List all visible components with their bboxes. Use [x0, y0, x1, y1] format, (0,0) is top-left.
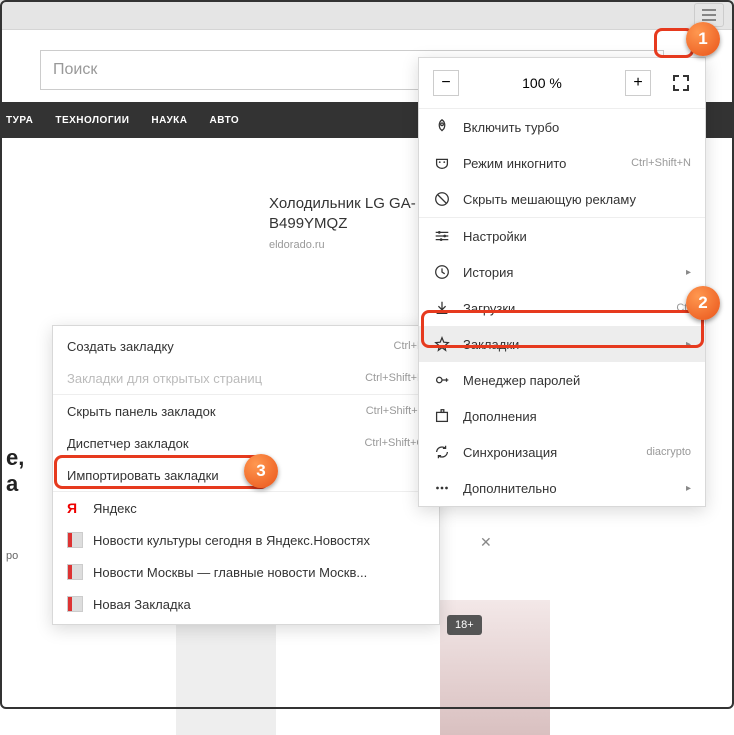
menu-item-label: Менеджер паролей [463, 373, 691, 388]
star-icon [433, 335, 451, 353]
shortcut: Ctrl+Shift+O [364, 437, 425, 449]
callout-2: 2 [686, 286, 720, 320]
shortcut: Ctrl+Shift+D [365, 372, 425, 384]
text-fragment: е, а [6, 445, 24, 497]
card-domain: eldorado.ru [269, 239, 421, 251]
menu-item-key[interactable]: Менеджер паролей [419, 362, 705, 398]
browser-main-menu: − 100 % + Включить турбо Режим инкогнито… [418, 57, 706, 507]
card-title-line2: B499YMQZ [269, 214, 421, 234]
menu-item-sliders[interactable]: Настройки [419, 218, 705, 254]
menu-item-label: Режим инкогнито [463, 156, 619, 171]
news-favicon [67, 596, 83, 612]
news-favicon [67, 564, 83, 580]
callout-3: 3 [244, 454, 278, 488]
chevron-right-icon: ▸ [686, 483, 691, 494]
submenu-item[interactable]: Новости Москвы — главные новости Москв..… [53, 556, 439, 588]
tab[interactable]: НАУКА [151, 115, 187, 126]
tab[interactable]: АВТО [210, 115, 240, 126]
sync-icon [433, 443, 451, 461]
shortcut: diacrypto [646, 446, 691, 458]
submenu-item[interactable]: Новая Закладка [53, 588, 439, 620]
tab[interactable]: ТУРА [6, 115, 33, 126]
menu-item-label: Дополнительно [463, 481, 674, 496]
ad-card[interactable]: Холодильник LG GA- B499YMQZ eldorado.ru [255, 180, 435, 265]
yandex-favicon: Я [67, 500, 83, 516]
menu-item-mask[interactable]: Режим инкогнито Ctrl+Shift+N [419, 145, 705, 181]
zoom-in-button[interactable]: + [625, 70, 651, 96]
rocket-icon [433, 118, 451, 136]
shortcut: Ctrl+Shift+N [631, 157, 691, 169]
submenu-label: Создать закладку [67, 339, 384, 354]
submenu-item: Закладки для открытых страниц Ctrl+Shift+… [53, 362, 439, 394]
submenu-item[interactable]: Я Яндекс [53, 492, 439, 524]
menu-item-sync[interactable]: Синхронизация diacrypto [419, 434, 705, 470]
submenu-item[interactable]: Скрыть панель закладок Ctrl+Shift+B [53, 395, 439, 427]
menu-item-label: История [463, 265, 674, 280]
menu-item-label: Синхронизация [463, 445, 634, 460]
history-icon [433, 263, 451, 281]
zoom-controls: − 100 % + [419, 58, 705, 108]
close-icon[interactable]: ✕ [480, 534, 492, 551]
submenu-item[interactable]: Диспетчер закладок Ctrl+Shift+O [53, 427, 439, 459]
dots-icon [433, 479, 451, 497]
zoom-out-button[interactable]: − [433, 70, 459, 96]
chevron-right-icon: ▸ [686, 339, 691, 350]
text-fragment: ро [6, 550, 18, 562]
menu-item-label: Скрыть мешающую рекламу [463, 192, 691, 207]
menu-item-label: Закладки [463, 337, 674, 352]
mask-icon [433, 154, 451, 172]
age-badge: 18+ [447, 615, 482, 635]
submenu-label: Скрыть панель закладок [67, 404, 356, 419]
submenu-label: Новая Закладка [93, 597, 425, 612]
menu-item-block[interactable]: Скрыть мешающую рекламу [419, 181, 705, 217]
submenu-label: Диспетчер закладок [67, 436, 354, 451]
menu-item-star[interactable]: Закладки ▸ [419, 326, 705, 362]
menu-item-puzzle[interactable]: Дополнения [419, 398, 705, 434]
submenu-label: Закладки для открытых страниц [67, 371, 355, 386]
submenu-label: Новости Москвы — главные новости Москв..… [93, 565, 425, 580]
sliders-icon [433, 227, 451, 245]
zoom-level: 100 % [459, 75, 625, 91]
puzzle-icon [433, 407, 451, 425]
download-icon [433, 299, 451, 317]
hamburger-icon [702, 9, 716, 21]
menu-item-history[interactable]: История ▸ [419, 254, 705, 290]
block-icon [433, 190, 451, 208]
menu-item-label: Дополнения [463, 409, 691, 424]
submenu-label: Яндекс [93, 501, 425, 516]
menu-item-label: Загрузки [463, 301, 664, 316]
submenu-item[interactable]: Новости культуры сегодня в Яндекс.Новост… [53, 524, 439, 556]
key-icon [433, 371, 451, 389]
callout-1: 1 [686, 22, 720, 56]
chevron-right-icon: ▸ [686, 267, 691, 278]
fullscreen-icon[interactable] [671, 73, 691, 93]
submenu-item[interactable]: Создать закладкуCtrl+D [53, 330, 439, 362]
tab[interactable]: ТЕХНОЛОГИИ [55, 115, 129, 126]
menu-item-label: Настройки [463, 229, 691, 244]
image-placeholder [176, 620, 276, 735]
menu-item-rocket[interactable]: Включить турбо [419, 109, 705, 145]
menu-item-dots[interactable]: Дополнительно ▸ [419, 470, 705, 506]
card-title-line1: Холодильник LG GA- [269, 194, 421, 214]
menu-item-label: Включить турбо [463, 120, 691, 135]
browser-titlebar [0, 0, 734, 30]
news-favicon [67, 532, 83, 548]
menu-item-download[interactable]: Загрузки Ctr [419, 290, 705, 326]
submenu-label: Новости культуры сегодня в Яндекс.Новост… [93, 533, 425, 548]
shortcut: Ctrl+Shift+B [366, 405, 425, 417]
